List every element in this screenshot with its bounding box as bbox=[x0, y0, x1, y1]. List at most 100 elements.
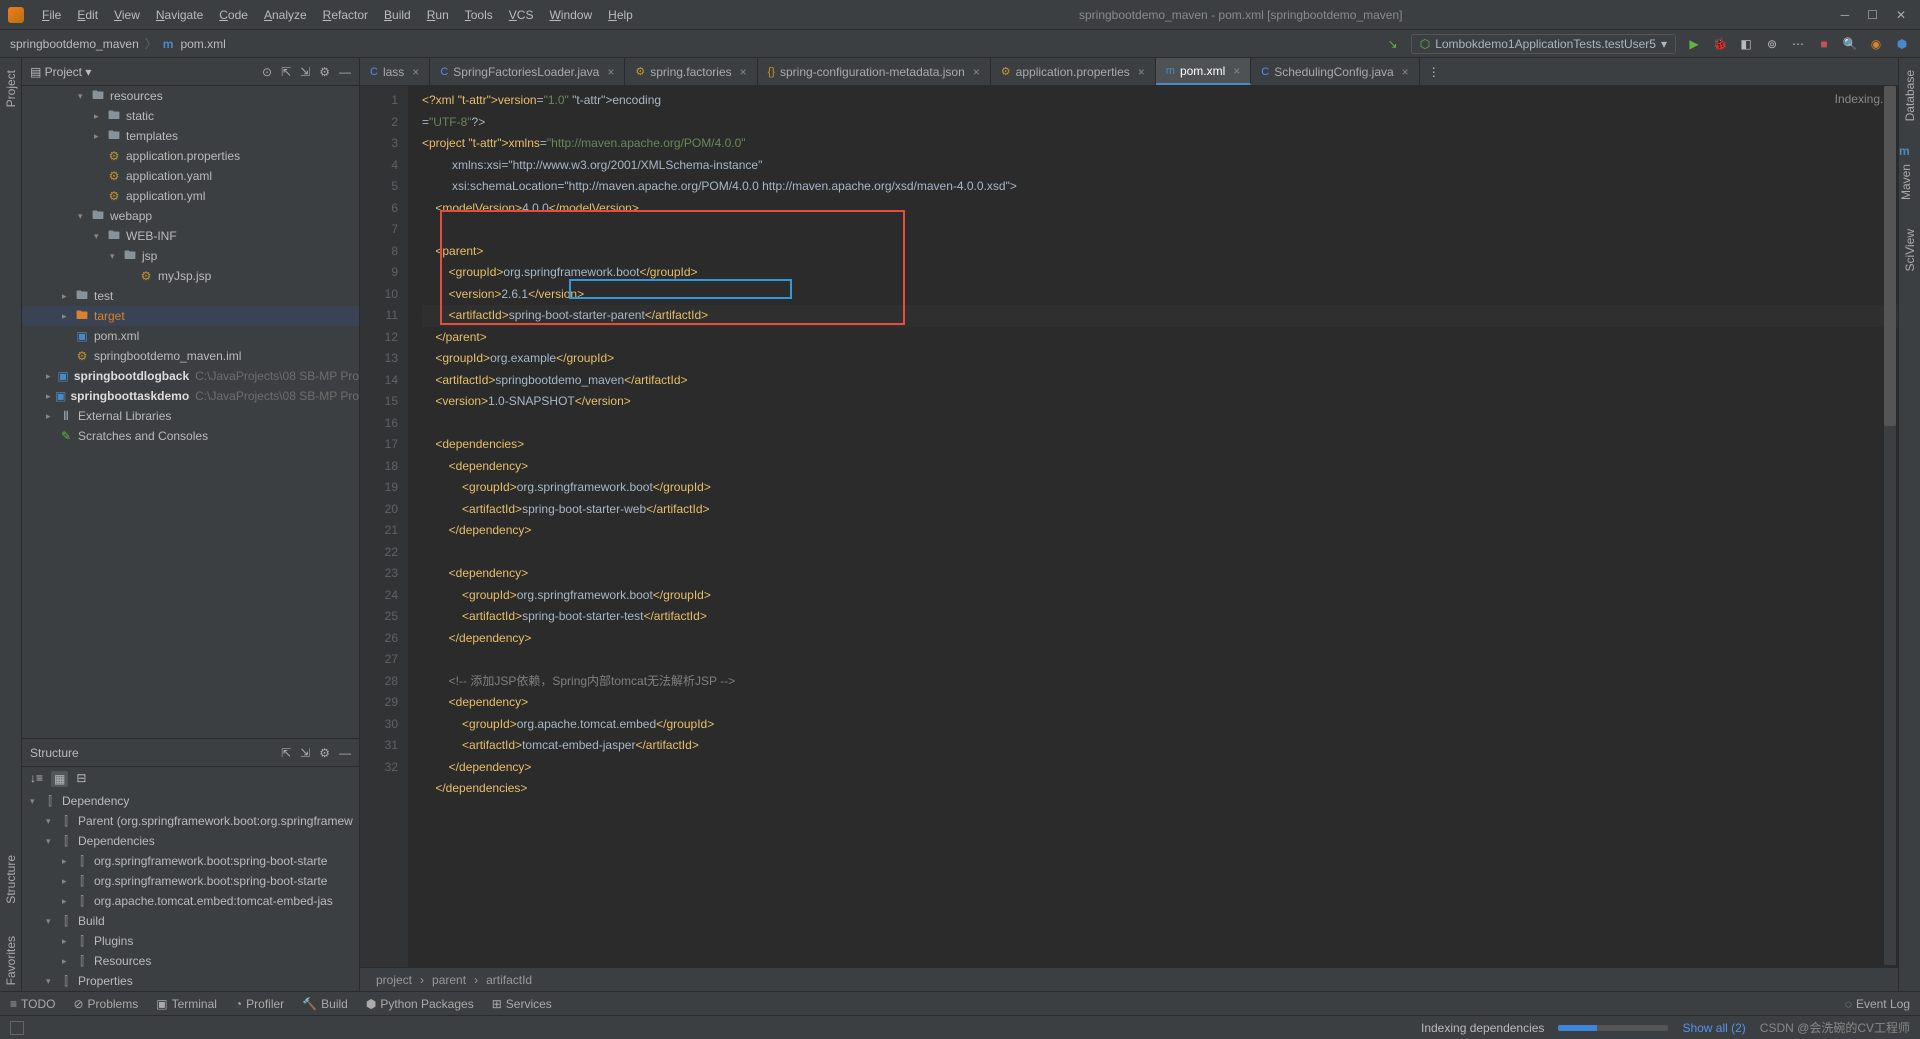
build-tool[interactable]: 🔨 Build bbox=[302, 997, 348, 1011]
close-tab-icon[interactable]: × bbox=[412, 65, 419, 79]
menu-view[interactable]: View bbox=[106, 8, 148, 22]
menu-analyze[interactable]: Analyze bbox=[256, 8, 315, 22]
tree-item[interactable]: ✎Scratches and Consoles bbox=[22, 426, 359, 446]
structure-item[interactable]: ▾⫿Parent (org.springframework.boot:org.s… bbox=[22, 811, 359, 831]
tool-windows-toggle[interactable] bbox=[10, 1021, 24, 1035]
structure-item[interactable]: ▸⫿Resources bbox=[22, 951, 359, 971]
editor-tab[interactable]: mpom.xml× bbox=[1156, 58, 1252, 85]
tree-item[interactable]: ▸🖿templates bbox=[22, 126, 359, 146]
hide-panel-icon[interactable]: — bbox=[339, 746, 351, 760]
todo-tool[interactable]: ≡ TODO bbox=[10, 997, 55, 1011]
breadcrumb-file[interactable]: pom.xml bbox=[180, 37, 225, 51]
tree-item[interactable]: ▾🖿jsp bbox=[22, 246, 359, 266]
tree-item[interactable]: ⚙springbootdemo_maven.iml bbox=[22, 346, 359, 366]
close-tab-icon[interactable]: × bbox=[607, 65, 614, 79]
database-tool-tab[interactable]: Database bbox=[1903, 64, 1917, 130]
ide-settings-icon[interactable]: ◉ bbox=[1868, 37, 1884, 51]
tree-item[interactable]: ▾🖿resources bbox=[22, 86, 359, 106]
sciview-tool-tab[interactable]: SciView bbox=[1903, 223, 1917, 280]
menu-vcs[interactable]: VCS bbox=[501, 8, 542, 22]
favorites-tool-tab[interactable]: Favorites bbox=[4, 930, 18, 991]
stop-button[interactable]: ■ bbox=[1816, 37, 1832, 51]
menu-refactor[interactable]: Refactor bbox=[315, 8, 376, 22]
sort-icon[interactable]: ↓≡ bbox=[30, 771, 43, 787]
structure-item[interactable]: ▾⫿Build bbox=[22, 911, 359, 931]
collapse-all-icon[interactable]: ⇲ bbox=[300, 65, 310, 79]
tree-item[interactable]: ⚙application.properties bbox=[22, 146, 359, 166]
tree-item[interactable]: ⚙application.yaml bbox=[22, 166, 359, 186]
editor-scrollbar[interactable] bbox=[1884, 86, 1896, 965]
run-configuration-select[interactable]: ⬡Lombokdemo1ApplicationTests.testUser5▾ bbox=[1411, 34, 1676, 54]
menu-file[interactable]: File bbox=[34, 8, 69, 22]
problems-tool[interactable]: ⊘ Problems bbox=[73, 997, 138, 1011]
debug-button[interactable]: 🐞 bbox=[1712, 37, 1728, 51]
tree-item[interactable]: ⚙application.yml bbox=[22, 186, 359, 206]
tree-item[interactable]: ▸⫴External Libraries bbox=[22, 406, 359, 426]
structure-item[interactable]: ▾⫿Dependencies bbox=[22, 831, 359, 851]
tree-item[interactable]: ▸🖿target bbox=[22, 306, 359, 326]
menu-tools[interactable]: Tools bbox=[457, 8, 501, 22]
structure-tool-tab[interactable]: Structure bbox=[4, 849, 18, 910]
profile-button[interactable]: ⊚ bbox=[1764, 37, 1780, 51]
structure-item[interactable]: ▸⫿org.springframework.boot:spring-boot-s… bbox=[22, 871, 359, 891]
editor-tab[interactable]: Class× bbox=[360, 58, 430, 85]
project-view-select[interactable]: ▤ Project ▾ bbox=[30, 65, 91, 79]
coverage-button[interactable]: ◧ bbox=[1738, 37, 1754, 51]
breadcrumb-root[interactable]: springbootdemo_maven bbox=[10, 37, 139, 51]
project-tree[interactable]: ▾🖿resources▸🖿static▸🖿templates⚙applicati… bbox=[22, 86, 359, 738]
structure-item[interactable]: ▸⫿org.apache.tomcat.embed:tomcat-embed-j… bbox=[22, 891, 359, 911]
hide-panel-icon[interactable]: — bbox=[339, 65, 351, 79]
minimize-button[interactable]: ─ bbox=[1841, 8, 1850, 22]
event-log[interactable]: ◌ Event Log bbox=[1845, 997, 1910, 1011]
close-tab-icon[interactable]: × bbox=[740, 65, 747, 79]
tree-item[interactable]: ▸🖿static bbox=[22, 106, 359, 126]
run-button[interactable]: ▶ bbox=[1686, 37, 1702, 51]
editor-tab[interactable]: ⚙application.properties× bbox=[991, 58, 1156, 85]
menu-window[interactable]: Window bbox=[541, 8, 600, 22]
attach-button[interactable]: ⋯ bbox=[1790, 37, 1806, 51]
menu-edit[interactable]: Edit bbox=[69, 8, 106, 22]
structure-item[interactable]: ▸⫿Plugins bbox=[22, 931, 359, 951]
menu-run[interactable]: Run bbox=[419, 8, 457, 22]
structure-item[interactable]: ▾⫿Dependency bbox=[22, 791, 359, 811]
show-all-tasks[interactable]: Show all (2) bbox=[1682, 1021, 1745, 1035]
background-task[interactable]: Indexing dependencies bbox=[1421, 1021, 1544, 1035]
tree-item[interactable]: ▣pom.xml bbox=[22, 326, 359, 346]
structure-item[interactable]: ▸⫿org.springframework.boot:spring-boot-s… bbox=[22, 851, 359, 871]
settings-icon[interactable]: ⚙ bbox=[319, 65, 330, 79]
editor-tab[interactable]: CSpringFactoriesLoader.java× bbox=[430, 58, 625, 85]
locate-icon[interactable]: ⊙ bbox=[262, 65, 272, 79]
bc-project[interactable]: project bbox=[376, 973, 412, 987]
profiler-tool[interactable]: ◔ Profiler bbox=[235, 997, 284, 1011]
bc-parent[interactable]: parent bbox=[432, 973, 466, 987]
close-button[interactable]: ✕ bbox=[1896, 8, 1906, 22]
collapse-icon[interactable]: ⇲ bbox=[300, 746, 310, 760]
maximize-button[interactable]: ☐ bbox=[1867, 8, 1878, 22]
tree-item[interactable]: ▾🖿WEB-INF bbox=[22, 226, 359, 246]
build-hammer-icon[interactable]: ↘ bbox=[1385, 37, 1401, 51]
expand-icon[interactable]: ⇱ bbox=[281, 746, 291, 760]
tree-item[interactable]: ▾🖿webapp bbox=[22, 206, 359, 226]
close-tab-icon[interactable]: × bbox=[1402, 65, 1409, 79]
tree-item[interactable]: ▸▣springboottaskdemoC:\JavaProjects\08 S… bbox=[22, 386, 359, 406]
python-packages-tool[interactable]: ⬢ Python Packages bbox=[366, 997, 474, 1011]
settings-icon[interactable]: ⚙ bbox=[319, 746, 330, 760]
menu-navigate[interactable]: Navigate bbox=[148, 8, 211, 22]
expand-all-icon[interactable]: ⇱ bbox=[281, 65, 291, 79]
bc-artifact[interactable]: artifactId bbox=[486, 973, 532, 987]
search-everywhere-icon[interactable]: 🔍 bbox=[1842, 37, 1858, 51]
structure-tree[interactable]: ▾⫿Dependency▾⫿Parent (org.springframewor… bbox=[22, 791, 359, 991]
menu-help[interactable]: Help bbox=[600, 8, 641, 22]
tree-item[interactable]: ⚙myJsp.jsp bbox=[22, 266, 359, 286]
editor-tab[interactable]: {}spring-configuration-metadata.json× bbox=[758, 58, 991, 85]
editor-tab[interactable]: CSchedulingConfig.java× bbox=[1251, 58, 1419, 85]
structure-item[interactable]: ▾⫿Properties bbox=[22, 971, 359, 991]
services-tool[interactable]: ⊞ Services bbox=[492, 997, 552, 1011]
maven-tool-tab[interactable]: mMaven bbox=[1899, 144, 1920, 209]
autoscroll-icon[interactable]: ⊟ bbox=[76, 771, 86, 787]
close-tab-icon[interactable]: × bbox=[1138, 65, 1145, 79]
tree-item[interactable]: ▸🖿test bbox=[22, 286, 359, 306]
close-tab-icon[interactable]: × bbox=[973, 65, 980, 79]
code-with-me-icon[interactable]: ⬢ bbox=[1894, 37, 1910, 51]
project-tool-tab[interactable]: Project bbox=[4, 64, 18, 113]
